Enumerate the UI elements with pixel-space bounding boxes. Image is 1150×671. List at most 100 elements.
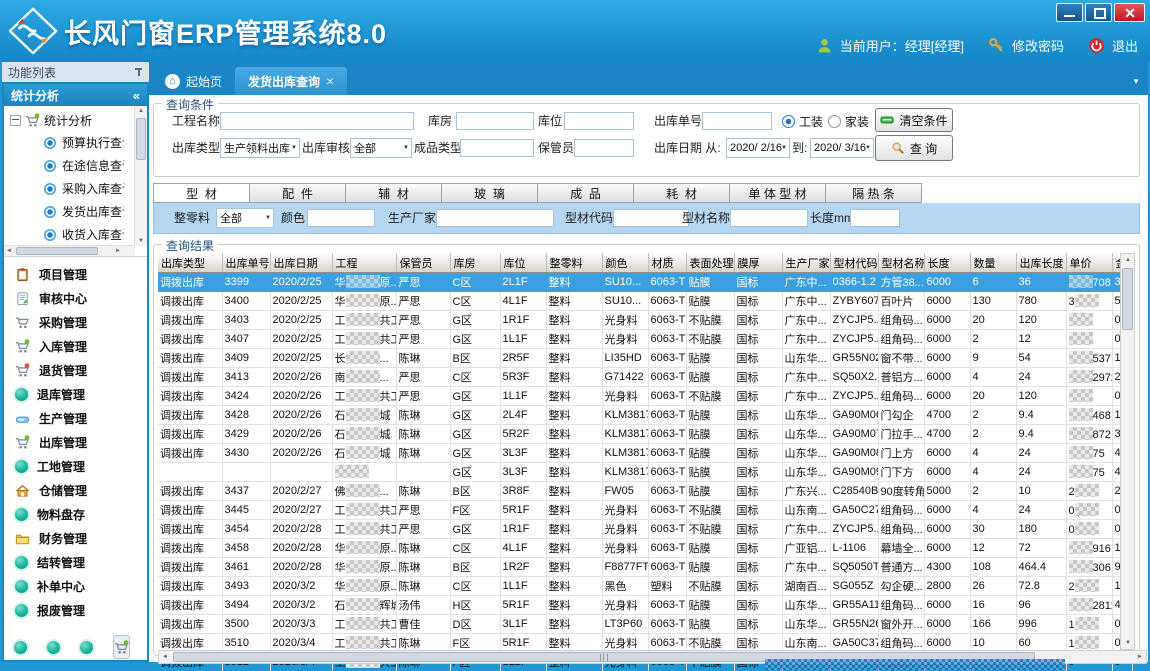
table-row[interactable]: 调拨出库34932020/3/2华原...陈琳C区1L1F整料黑色塑料不贴膜国标… — [158, 577, 1132, 596]
column-header-color[interactable]: 颜色 — [602, 253, 648, 273]
column-header-price[interactable]: 单价 — [1066, 253, 1112, 273]
table-row[interactable]: 调拨出库34372020/2/27佛...陈琳B区3R8F整料FW056063-… — [158, 482, 1132, 501]
sidebar-menu-item[interactable]: 退货管理 — [4, 358, 147, 382]
sidebar-menu-item[interactable]: 报废管理 — [4, 598, 147, 622]
minimize-button[interactable] — [1056, 3, 1083, 22]
tree-expand-icon[interactable] — [10, 115, 21, 126]
close-tab-icon[interactable] — [326, 73, 334, 89]
column-header-code[interactable]: 型材代码 — [830, 253, 878, 273]
table-row[interactable]: 调拨出库34282020/2/26石城陈琳G区2L4F整料KLM38176063… — [158, 406, 1132, 425]
table-row[interactable]: 调拨出库33992020/2/25华原...严思C区2L1F整料SU10...6… — [158, 273, 1132, 292]
column-header-date[interactable]: 出库日期 — [270, 253, 332, 273]
column-header-mat[interactable]: 材质 — [648, 253, 686, 273]
column-header-qty[interactable]: 数量 — [970, 253, 1016, 273]
column-header-film[interactable]: 膜厚 — [734, 253, 782, 273]
sidebar-menu-item[interactable]: 工地管理 — [4, 454, 147, 478]
circle-icon[interactable] — [14, 641, 27, 654]
out-type-select[interactable]: 生产领料出库 — [220, 138, 300, 158]
sidebar-menu-item[interactable]: 退库管理 — [4, 382, 147, 406]
project-name-input[interactable] — [220, 112, 414, 130]
circle-icon[interactable] — [47, 641, 60, 654]
column-header-name[interactable]: 型材名称 — [878, 253, 924, 273]
location-input[interactable] — [564, 112, 634, 130]
tab-shipping-outbound-query[interactable]: 发货出库查询 — [235, 67, 347, 95]
keeper-input[interactable] — [574, 139, 634, 157]
column-header-surf[interactable]: 表面处理 — [686, 253, 734, 273]
code-input[interactable] — [613, 209, 689, 227]
table-row[interactable]: 调拨出库34612020/2/28华原...陈琳B区1R2F整料F8877FT6… — [158, 558, 1132, 577]
date-to-select[interactable]: 2020/ 3/16 — [810, 138, 874, 158]
column-header-whole[interactable]: 整零料 — [546, 253, 602, 273]
table-row[interactable]: 调拨出库35002020/3/3工共工程曹佳D区3L1F整料LT3P606063… — [158, 615, 1132, 634]
column-header-loc[interactable]: 库位 — [500, 253, 546, 273]
grid-vertical-scrollbar[interactable]: ▲ ▼ — [1120, 253, 1135, 650]
collapse-icon[interactable] — [133, 88, 140, 103]
name-input[interactable] — [730, 209, 808, 227]
table-row[interactable]: G区3L3F整料KLM38176063-T5贴膜国标山东华...GA90M09.… — [158, 463, 1132, 482]
circle-icon[interactable] — [80, 641, 93, 654]
sidebar-menu-item[interactable]: 采购管理 — [4, 310, 147, 334]
tree-vertical-scrollbar[interactable]: ▲ ▼ — [134, 106, 147, 246]
audit-select[interactable]: 全部 — [350, 138, 412, 158]
sidebar-menu-item[interactable]: 补单中心 — [4, 574, 147, 598]
stats-shortcut-button[interactable] — [113, 635, 130, 659]
tab-home[interactable]: 起始页 — [152, 67, 235, 95]
material-tab[interactable]: 辅 材 — [345, 183, 442, 203]
tree-item[interactable]: 收货入库查询 — [4, 223, 147, 246]
sidebar-menu-item[interactable]: 物料盘存 — [4, 502, 147, 526]
sidebar-menu-item[interactable]: 结转管理 — [4, 550, 147, 574]
table-row[interactable]: 调拨出库34072020/2/25工共工程严思G区1L1F整料光身料6063-T… — [158, 330, 1132, 349]
search-button[interactable]: 查 询 — [875, 135, 953, 161]
radio-home-decoration[interactable]: 家装 — [828, 112, 869, 130]
tree-item[interactable]: 预算执行查询 — [4, 131, 147, 154]
maker-input[interactable] — [436, 209, 554, 227]
column-header-project[interactable]: 工程 — [332, 253, 396, 273]
column-header-no[interactable]: 出库单号 — [222, 253, 270, 273]
table-row[interactable]: 调拨出库34582020/2/28华原...陈琳C区4L1F整料光身料6063-… — [158, 539, 1132, 558]
sidebar-menu-item[interactable]: 入库管理 — [4, 334, 147, 358]
tabbar-dropdown-icon[interactable] — [1132, 77, 1140, 86]
maximize-button[interactable] — [1085, 3, 1112, 22]
whole-select[interactable]: 全部 — [216, 208, 274, 228]
table-row[interactable]: 调拨出库34942020/3/2石辉城汤伟H区5R1F整料光身料6063-T5贴… — [158, 596, 1132, 615]
radio-work-decoration[interactable]: 工装 — [782, 112, 823, 130]
sidebar-menu-item[interactable]: 出库管理 — [4, 430, 147, 454]
tree-horizontal-scrollbar[interactable]: ◄ ► — [4, 245, 135, 256]
table-row[interactable]: 调拨出库34302020/2/26石城陈琳G区3L3F整料KLM38176063… — [158, 444, 1132, 463]
sidebar-menu-item[interactable]: 财务管理 — [4, 526, 147, 550]
product-type-input[interactable] — [460, 139, 534, 157]
pin-icon[interactable] — [134, 67, 143, 77]
sidebar-menu-item[interactable]: 生产管理 — [4, 406, 147, 430]
column-header-outlen[interactable]: 出库长度 — [1016, 253, 1066, 273]
table-row[interactable]: 调拨出库34452020/2/27工共工程严思F区5R1F整料光身料6063-T… — [158, 501, 1132, 520]
material-tab[interactable]: 型 材 — [153, 183, 250, 203]
column-header-len[interactable]: 长度 — [924, 253, 970, 273]
tree-item[interactable]: 采购入库查询 — [4, 177, 147, 200]
material-tab[interactable]: 成 品 — [537, 183, 634, 203]
material-tab[interactable]: 隔 热 条 — [825, 183, 922, 203]
close-button[interactable] — [1114, 3, 1145, 22]
logout-link[interactable]: 退出 — [1112, 36, 1138, 55]
length-input[interactable] — [850, 209, 900, 227]
order-no-input[interactable] — [702, 112, 772, 130]
material-tab[interactable]: 耗 材 — [633, 183, 730, 203]
color-input[interactable] — [307, 209, 375, 227]
table-row[interactable]: 调拨出库34092020/2/25长...陈琳B区2R5F整料LI35HD606… — [158, 349, 1132, 368]
column-header-wh[interactable]: 库房 — [450, 253, 500, 273]
table-row[interactable]: 调拨出库34292020/2/26石城陈琳G区5R2F整料KLM38176063… — [158, 425, 1132, 444]
warehouse-input[interactable] — [456, 112, 534, 130]
column-header-keeper[interactable]: 保管员 — [396, 253, 450, 273]
change-password-link[interactable]: 修改密码 — [1012, 36, 1064, 55]
sidebar-menu-item[interactable]: 项目管理 — [4, 262, 147, 286]
table-row[interactable]: 调拨出库34002020/2/25华原...严思C区4L1F整料SU10...6… — [158, 292, 1132, 311]
column-header-maker[interactable]: 生产厂家 — [782, 253, 830, 273]
tree-item[interactable]: 发货出库查询 — [4, 200, 147, 223]
material-tab[interactable]: 配 件 — [249, 183, 346, 203]
sidebar-menu-item[interactable]: 审核中心 — [4, 286, 147, 310]
material-tab[interactable]: 单 体 型 材 — [729, 183, 826, 203]
clear-conditions-button[interactable]: 清空条件 — [875, 108, 953, 132]
sidebar-menu-item[interactable]: 仓储管理 — [4, 478, 147, 502]
table-row[interactable]: 调拨出库34132020/2/26南...严思C区5R3F整料G71422606… — [158, 368, 1132, 387]
table-row[interactable]: 调拨出库34032020/2/25工共工程严思G区1R1F整料光身料6063-T… — [158, 311, 1132, 330]
tree-root[interactable]: 统计分析 — [4, 106, 147, 131]
